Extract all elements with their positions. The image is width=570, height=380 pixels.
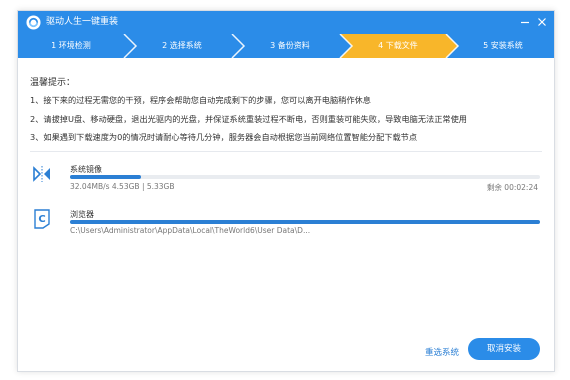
app-logo-icon bbox=[26, 15, 41, 30]
cancel-install-button[interactable]: 取消安装 bbox=[468, 338, 540, 360]
close-icon[interactable] bbox=[535, 15, 549, 29]
progress-bar bbox=[70, 175, 540, 179]
step-1: 1 环境检测 bbox=[51, 41, 91, 50]
download-path: C:\Users\Administrator\AppData\Local\The… bbox=[70, 226, 311, 235]
download-name: 浏览器 bbox=[70, 210, 94, 219]
step-5: 5 安装系统 bbox=[483, 41, 523, 50]
minimize-icon[interactable] bbox=[518, 15, 532, 29]
reselect-system-link[interactable]: 重选系统 bbox=[425, 346, 459, 358]
progress-bar bbox=[70, 220, 540, 224]
title-bar: 驱动人生一键重装 bbox=[18, 11, 554, 34]
tip-line-2: 2、请拔掉U盘、移动硬盘，退出光驱内的光盘，并保证系统重装过程不断电，否则重装可… bbox=[30, 114, 467, 124]
step-3: 3 备份资料 bbox=[270, 41, 310, 50]
system-image-icon bbox=[33, 166, 50, 182]
window-title: 驱动人生一键重装 bbox=[46, 17, 119, 27]
tips-heading: 温馨提示： bbox=[30, 78, 76, 88]
browser-icon: C bbox=[34, 209, 50, 229]
divider bbox=[30, 151, 542, 152]
tip-line-3: 3、如果遇到下载速度为0的情况时请耐心等待几分钟，服务器会自动根据您当前网络位置… bbox=[30, 132, 418, 142]
tip-line-1: 1、接下来的过程无需您的干预，程序会帮助您自动完成剩下的步骤，您可以离开电脑稍作… bbox=[30, 95, 371, 105]
time-remaining: 剩余 00:02:24 bbox=[486, 183, 538, 192]
download-detail: 32.04MB/s 4.53GB | 5.33GB bbox=[70, 182, 175, 191]
progress-fill bbox=[70, 220, 540, 224]
svg-text:C: C bbox=[38, 214, 45, 225]
download-name: 系统镜像 bbox=[70, 165, 102, 174]
main-content: 温馨提示： 1、接下来的过程无需您的干预，程序会帮助您自动完成剩下的步骤，您可以… bbox=[18, 58, 554, 371]
step-2: 2 选择系统 bbox=[162, 41, 202, 50]
step-indicator: 1 环境检测 2 选择系统 3 备份资料 4 下载文件 5 安装系统 bbox=[18, 34, 554, 58]
installer-window: 驱动人生一键重装 1 环境检测 2 选择系统 3 备份资料 4 下载文件 5 安… bbox=[17, 10, 555, 372]
progress-fill bbox=[70, 175, 141, 179]
step-4: 4 下载文件 bbox=[378, 41, 418, 50]
